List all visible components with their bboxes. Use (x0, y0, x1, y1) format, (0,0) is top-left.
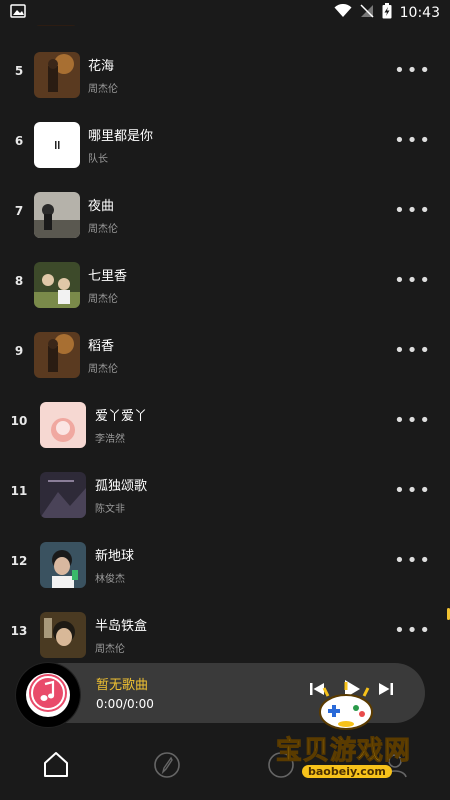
song-artist: 队长 (88, 154, 108, 165)
song-artist: 周杰伦 (95, 644, 125, 655)
discover-icon[interactable] (152, 750, 182, 780)
song-title: 爱丫爱丫 (95, 409, 148, 424)
wifi-icon (334, 3, 352, 22)
status-bar: 10:43 (0, 0, 450, 25)
more-options-icon[interactable]: ••• (394, 342, 432, 360)
clock: 10:43 (399, 4, 440, 21)
battery-charging-icon (382, 2, 392, 23)
song-title: 孤独颂歌 (95, 479, 148, 494)
track-number: 9 (14, 344, 24, 358)
song-title: 半岛铁盒 (95, 619, 148, 634)
more-options-icon[interactable]: ••• (394, 412, 432, 430)
song-row[interactable]: 12 新地球 林俊杰 ••• (0, 530, 450, 600)
song-artist: 李浩然 (95, 434, 125, 445)
next-track-icon[interactable] (378, 681, 394, 701)
more-options-icon[interactable]: ••• (394, 552, 432, 570)
album-cover (34, 52, 80, 98)
song-row[interactable]: 9 稻香 周杰伦 ••• (0, 320, 450, 390)
no-signal-icon (360, 3, 374, 22)
song-title: 花海 (88, 59, 115, 74)
now-playing-title: 暂无歌曲 (96, 678, 149, 693)
song-title: 新地球 (95, 549, 135, 564)
song-artist: 周杰伦 (88, 84, 118, 95)
more-options-icon[interactable]: ••• (394, 272, 432, 290)
song-title: 七里香 (88, 269, 128, 284)
home-icon[interactable] (41, 750, 71, 780)
song-artist: 周杰伦 (88, 224, 118, 235)
more-options-icon[interactable]: ••• (394, 622, 432, 640)
playback-time: 0:00/0:00 (96, 697, 154, 711)
image-icon (10, 3, 26, 22)
album-cover (40, 612, 86, 658)
music-note-icon (28, 673, 68, 717)
profile-icon[interactable] (380, 750, 410, 780)
track-number: 13 (10, 624, 28, 638)
track-number: 5 (14, 64, 24, 78)
song-artist: 陈文非 (95, 504, 125, 515)
track-number: 12 (10, 554, 28, 568)
more-options-icon[interactable]: ••• (394, 62, 432, 80)
disc-label (26, 673, 70, 717)
circle-icon[interactable] (266, 750, 296, 780)
song-row[interactable]: 7 夜曲 周杰伦 ••• (0, 180, 450, 250)
song-row[interactable]: 6 哪里都是你 队长 ••• (0, 110, 450, 180)
song-title: 夜曲 (88, 199, 115, 214)
song-artist: 周杰伦 (88, 364, 118, 375)
more-options-icon[interactable]: ••• (394, 202, 432, 220)
track-number: 11 (10, 484, 28, 498)
song-title: 稻香 (88, 339, 115, 354)
song-artist: 林俊杰 (95, 574, 125, 585)
play-icon[interactable] (343, 679, 361, 703)
album-cover (34, 332, 80, 378)
song-row[interactable]: 11 孤独颂歌 陈文非 ••• (0, 460, 450, 530)
song-row[interactable]: 13 半岛铁盒 周杰伦 ••• (0, 600, 450, 660)
album-cover (40, 472, 86, 518)
song-row[interactable]: 10 爱丫爱丫 李浩然 ••• (0, 390, 450, 460)
previous-track-icon[interactable] (309, 681, 325, 701)
track-number: 8 (14, 274, 24, 288)
song-row[interactable]: 8 七里香 周杰伦 ••• (0, 250, 450, 320)
album-cover (40, 402, 86, 448)
bottom-nav (0, 728, 450, 800)
album-cover (34, 192, 80, 238)
track-number: 7 (14, 204, 24, 218)
song-title: 哪里都是你 (88, 129, 154, 144)
track-number: 6 (14, 134, 24, 148)
song-artist: 周杰伦 (88, 294, 118, 305)
album-disc[interactable] (16, 663, 80, 727)
song-list[interactable]: 5 花海 周杰伦 ••• 6 哪里都是你 队长 ••• 7 夜曲 周杰伦 •••… (0, 0, 450, 660)
more-options-icon[interactable]: ••• (394, 132, 432, 150)
track-number: 10 (10, 414, 28, 428)
album-cover (40, 542, 86, 588)
album-cover (34, 122, 80, 168)
album-cover (34, 262, 80, 308)
song-row[interactable]: 5 花海 周杰伦 ••• (0, 40, 450, 110)
more-options-icon[interactable]: ••• (394, 482, 432, 500)
